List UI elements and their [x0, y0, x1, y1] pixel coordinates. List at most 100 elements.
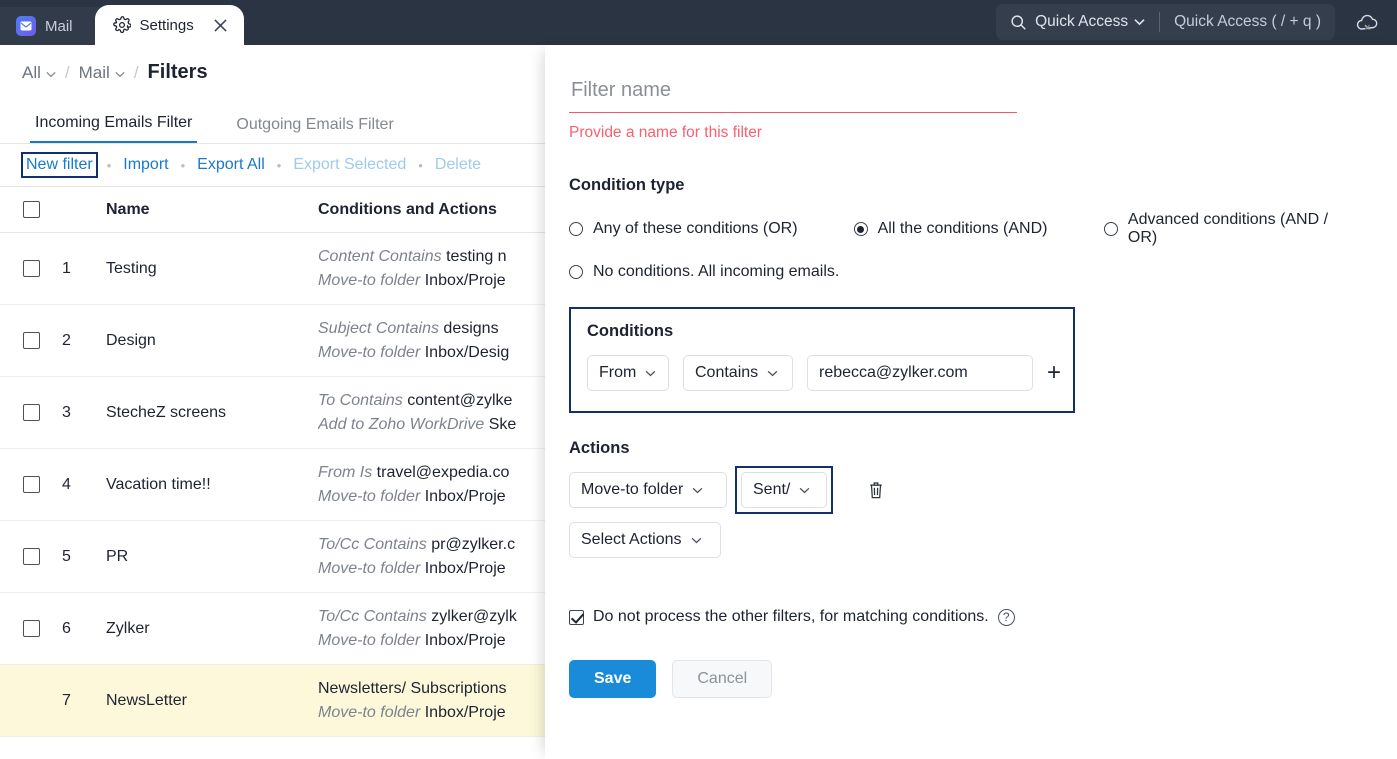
row-name: Design — [106, 331, 156, 349]
row-condition-key: To/Cc Contains — [318, 608, 427, 626]
radio-label: All the conditions (AND) — [877, 220, 1048, 237]
row-index: 5 — [62, 547, 71, 565]
radio-advanced-conditions[interactable]: Advanced conditions (AND / OR) — [1103, 211, 1357, 247]
select-all-checkbox[interactable] — [0, 201, 62, 218]
row-condition-key: Content Contains — [318, 248, 442, 266]
search-icon — [1010, 14, 1027, 31]
row-index: 2 — [62, 331, 71, 349]
row-action-key: Move-to folder — [318, 271, 421, 289]
conditions-section: Conditions From Contains + — [569, 307, 1075, 413]
breadcrumb-separator: / — [133, 62, 139, 82]
stop-processing-label: Do not process the other filters, for ma… — [593, 608, 989, 625]
app-root: Mail Settings Quick Access Quick Access … — [0, 0, 1397, 759]
close-icon[interactable] — [212, 16, 230, 34]
add-action-row: Select Actions — [569, 522, 1357, 558]
condition-type-options-row-2: No conditions. All incoming emails. — [569, 263, 1357, 281]
action-target-select[interactable]: Sent/ — [741, 472, 827, 508]
condition-value-input[interactable] — [807, 355, 1033, 391]
cloud-off-icon[interactable] — [1351, 10, 1385, 36]
row-checkbox[interactable] — [0, 620, 62, 637]
breadcrumb-item-all-label: All — [22, 62, 41, 82]
quick-access-label: Quick Access — [1035, 13, 1129, 30]
condition-field-select-value: From — [599, 364, 637, 381]
radio-label: Any of these conditions (OR) — [593, 220, 798, 237]
row-action-key: Move-to folder — [318, 343, 421, 361]
row-condition-key: From Is — [318, 464, 373, 482]
export-all-button[interactable]: Export All — [197, 156, 265, 174]
row-checkbox[interactable] — [0, 404, 62, 421]
tab-outgoing-emails-filter[interactable]: Outgoing Emails Filter — [231, 116, 398, 143]
row-condition-value: content@zylke — [407, 392, 513, 410]
chevron-down-icon — [115, 63, 125, 83]
row-condition-key: Subject Contains — [318, 320, 439, 338]
action-type-select-value: Move-to folder — [581, 481, 684, 498]
cancel-button[interactable]: Cancel — [672, 660, 773, 698]
row-checkbox[interactable] — [0, 332, 62, 349]
condition-row: From Contains + — [587, 355, 1061, 391]
breadcrumb-separator: / — [64, 62, 70, 82]
row-condition-value: designs — [443, 320, 499, 338]
row-action-key: Add to Zoho WorkDrive — [318, 415, 485, 433]
help-icon[interactable]: ? — [997, 608, 1015, 626]
add-condition-button[interactable]: + — [1047, 361, 1061, 385]
actions-title: Actions — [569, 439, 630, 457]
condition-operator-select[interactable]: Contains — [683, 355, 793, 391]
trash-icon[interactable] — [867, 481, 885, 500]
condition-field-select[interactable]: From — [587, 355, 669, 391]
row-checkbox[interactable] — [0, 260, 62, 277]
radio-icon — [569, 222, 583, 236]
breadcrumb-item-all[interactable]: All — [22, 63, 56, 83]
row-name: Zylker — [106, 619, 150, 637]
filter-name-input[interactable] — [569, 73, 1017, 113]
row-action-key: Move-to folder — [318, 703, 421, 721]
chevron-down-icon — [46, 63, 56, 83]
radio-all-the-conditions[interactable]: All the conditions (AND) — [853, 220, 1104, 238]
row-condition-value: testing n — [446, 248, 507, 266]
mail-app-icon — [16, 16, 36, 36]
select-actions-dropdown[interactable]: Select Actions — [569, 522, 721, 558]
browser-tab-settings-label: Settings — [139, 16, 194, 34]
page-title: Filters — [147, 61, 208, 83]
row-name: StecheZ screens — [106, 403, 227, 421]
breadcrumb-item-mail-label: Mail — [78, 62, 110, 82]
new-filter-button[interactable]: New filter — [21, 152, 98, 178]
browser-tabstrip: Mail Settings — [0, 0, 244, 45]
row-condition-value: zylker@zylk — [431, 608, 517, 626]
chevron-down-icon — [691, 533, 702, 547]
row-checkbox[interactable] — [0, 476, 62, 493]
toolbar-separator: • — [106, 157, 112, 173]
panel-buttons: Save Cancel — [569, 660, 1357, 698]
row-name: Vacation time!! — [106, 475, 211, 493]
action-type-select[interactable]: Move-to folder — [569, 472, 727, 508]
quick-access-group: Quick Access Quick Access ( / + q ) — [996, 4, 1335, 40]
radio-icon — [569, 265, 583, 279]
row-condition-key: To/Cc Contains — [318, 536, 427, 554]
browser-tab-settings[interactable]: Settings — [94, 5, 244, 45]
filter-name-error: Provide a name for this filter — [569, 124, 762, 141]
stop-processing-row[interactable]: Do not process the other filters, for ma… — [569, 608, 1357, 626]
table-header-name: Name — [106, 200, 150, 218]
row-checkbox[interactable] — [0, 548, 62, 565]
row-action-key: Move-to folder — [318, 559, 421, 577]
tab-incoming-emails-filter[interactable]: Incoming Emails Filter — [30, 114, 198, 143]
action-target-select-value: Sent/ — [753, 481, 791, 498]
quick-access-button[interactable]: Quick Access — [1010, 13, 1145, 31]
row-index: 6 — [62, 619, 71, 637]
import-button[interactable]: Import — [123, 156, 168, 174]
radio-any-of-these-conditions[interactable]: Any of these conditions (OR) — [569, 220, 854, 238]
radio-icon — [1103, 222, 1118, 236]
row-index: 7 — [62, 691, 71, 709]
row-index: 1 — [62, 259, 71, 277]
row-action-value: Inbox/Proje — [424, 559, 506, 577]
row-name: NewsLetter — [106, 691, 187, 709]
save-button[interactable]: Save — [569, 660, 657, 698]
radio-no-conditions[interactable]: No conditions. All incoming emails. — [569, 263, 839, 281]
breadcrumb-item-mail[interactable]: Mail — [79, 63, 125, 83]
row-action-value: Inbox/Desig — [424, 343, 510, 361]
condition-type-options-row-1: Any of these conditions (OR) All the con… — [569, 211, 1357, 247]
row-name: PR — [106, 547, 129, 565]
toolbar-separator: • — [276, 157, 282, 173]
actions-section: Actions Move-to folder Sent/ Select Acti… — [569, 439, 1357, 558]
filter-edit-panel: Provide a name for this filter Condition… — [545, 45, 1397, 759]
stop-processing-checkbox[interactable] — [569, 609, 584, 625]
